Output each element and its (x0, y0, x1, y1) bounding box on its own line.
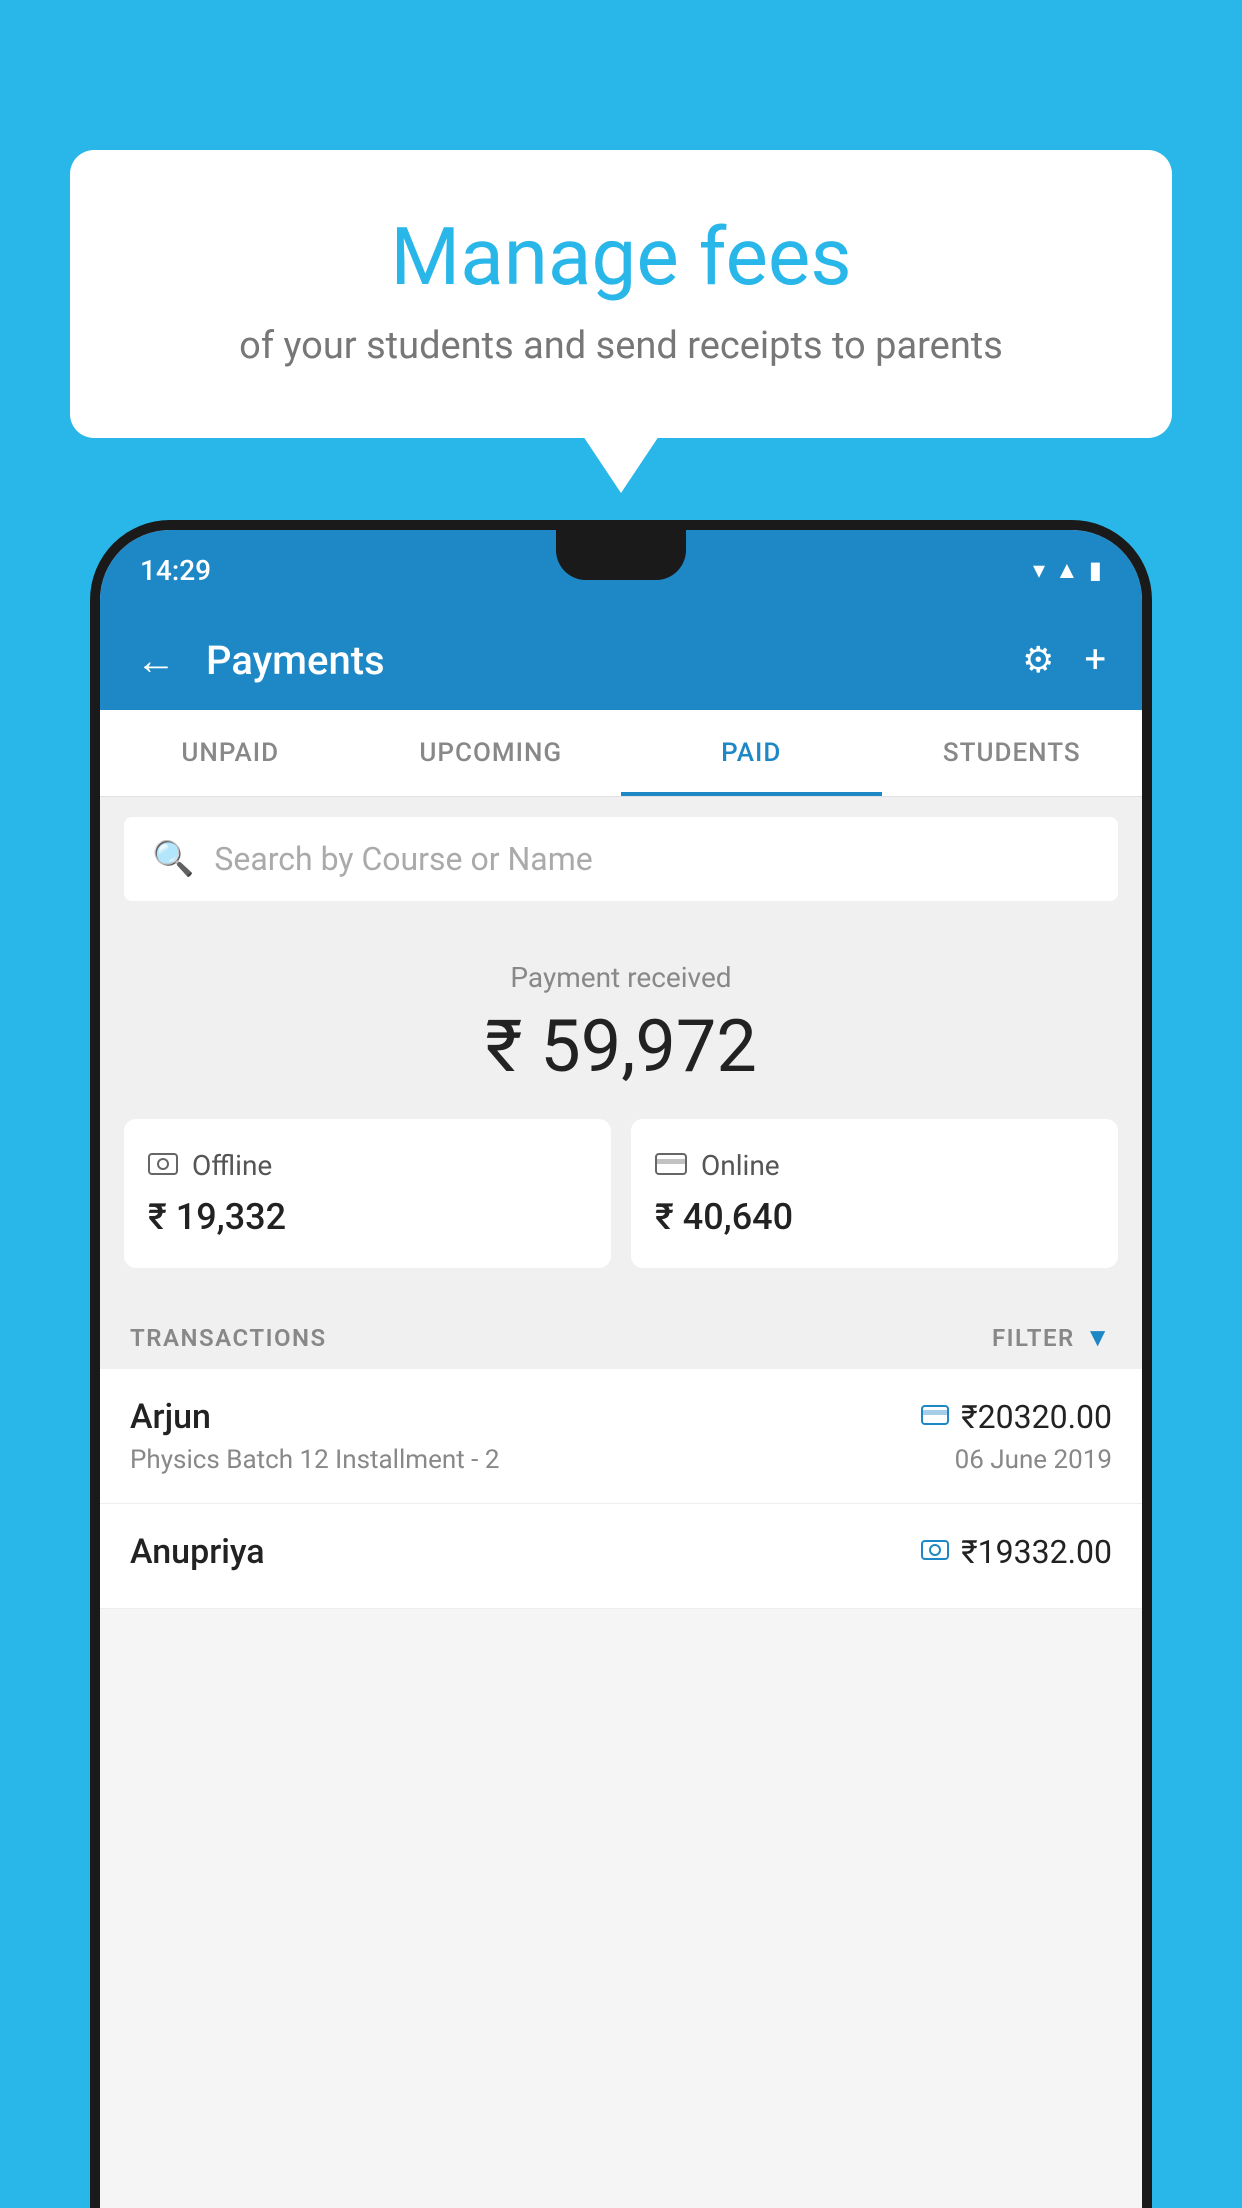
phone-notch (556, 530, 686, 580)
add-button[interactable]: + (1084, 638, 1106, 682)
app-bar-title: Payments (206, 637, 992, 684)
status-icons: ▾ ▲ ▮ (1033, 556, 1102, 585)
transaction-amount: ₹19332.00 (961, 1533, 1112, 1571)
search-icon: 🔍 (152, 839, 194, 879)
tab-students[interactable]: STUDENTS (882, 710, 1143, 796)
transaction-desc: Physics Batch 12 Installment - 2 (130, 1445, 499, 1475)
transaction-row1: Arjun ₹20320.00 (130, 1397, 1112, 1437)
cash-payment-icon (921, 1537, 949, 1567)
bubble-subtitle: of your students and send receipts to pa… (150, 324, 1092, 368)
filter-icon: ▼ (1085, 1322, 1112, 1353)
payment-cards: Offline ₹ 19,332 (124, 1119, 1118, 1268)
offline-label: Offline (192, 1149, 272, 1182)
transaction-name: Arjun (130, 1397, 211, 1437)
filter-button[interactable]: FILTER ▼ (992, 1322, 1112, 1353)
search-placeholder: Search by Course or Name (214, 840, 592, 878)
payment-total-amount: ₹ 59,972 (124, 1004, 1118, 1089)
search-bar[interactable]: 🔍 Search by Course or Name (124, 817, 1118, 901)
transaction-amount: ₹20320.00 (961, 1398, 1112, 1436)
offline-card-header: Offline (148, 1149, 587, 1182)
cash-icon (148, 1149, 178, 1182)
transaction-item[interactable]: Anupriya ₹19332.00 (100, 1504, 1142, 1609)
status-time: 14:29 (140, 554, 211, 587)
offline-payment-card: Offline ₹ 19,332 (124, 1119, 611, 1268)
tab-upcoming[interactable]: UPCOMING (361, 710, 622, 796)
battery-icon: ▮ (1089, 556, 1102, 584)
online-card-header: Online (655, 1149, 1094, 1182)
offline-amount: ₹ 19,332 (148, 1196, 587, 1238)
back-button[interactable]: ← (136, 637, 176, 684)
transaction-date: 06 June 2019 (955, 1445, 1112, 1475)
filter-label: FILTER (992, 1324, 1075, 1352)
speech-bubble-container: Manage fees of your students and send re… (70, 150, 1172, 438)
transaction-row1: Anupriya ₹19332.00 (130, 1532, 1112, 1572)
transactions-label: TRANSACTIONS (130, 1324, 327, 1352)
app-bar: ← Payments ⚙ + (100, 610, 1142, 710)
phone-inner: 14:29 ▾ ▲ ▮ ← Payments ⚙ + UNPAID UPCOMI… (100, 530, 1142, 2208)
phone-mockup: 14:29 ▾ ▲ ▮ ← Payments ⚙ + UNPAID UPCOMI… (90, 520, 1152, 2208)
payment-received-label: Payment received (124, 961, 1118, 994)
transaction-amount-row: ₹19332.00 (921, 1533, 1112, 1571)
transaction-name: Anupriya (130, 1532, 265, 1572)
speech-bubble: Manage fees of your students and send re… (70, 150, 1172, 438)
online-label: Online (701, 1149, 780, 1182)
status-bar: 14:29 ▾ ▲ ▮ (100, 530, 1142, 610)
transactions-header: TRANSACTIONS FILTER ▼ (100, 1298, 1142, 1369)
payment-summary: Payment received ₹ 59,972 (100, 921, 1142, 1298)
tab-paid[interactable]: PAID (621, 710, 882, 796)
settings-button[interactable]: ⚙ (1022, 639, 1054, 681)
card-icon (655, 1149, 687, 1182)
online-amount: ₹ 40,640 (655, 1196, 1094, 1238)
tabs-container: UNPAID UPCOMING PAID STUDENTS (100, 710, 1142, 797)
signal-icon: ▲ (1055, 556, 1079, 585)
transaction-item[interactable]: Arjun ₹20320.00 Physics Batch 12 Install… (100, 1369, 1142, 1504)
card-payment-icon (921, 1402, 949, 1432)
tab-unpaid[interactable]: UNPAID (100, 710, 361, 796)
online-payment-card: Online ₹ 40,640 (631, 1119, 1118, 1268)
bubble-title: Manage fees (150, 210, 1092, 304)
transaction-row2: Physics Batch 12 Installment - 2 06 June… (130, 1445, 1112, 1475)
content-area: 🔍 Search by Course or Name Payment recei… (100, 797, 1142, 1609)
wifi-icon: ▾ (1033, 556, 1045, 584)
transaction-amount-row: ₹20320.00 (921, 1398, 1112, 1436)
app-bar-actions: ⚙ + (1022, 638, 1106, 682)
